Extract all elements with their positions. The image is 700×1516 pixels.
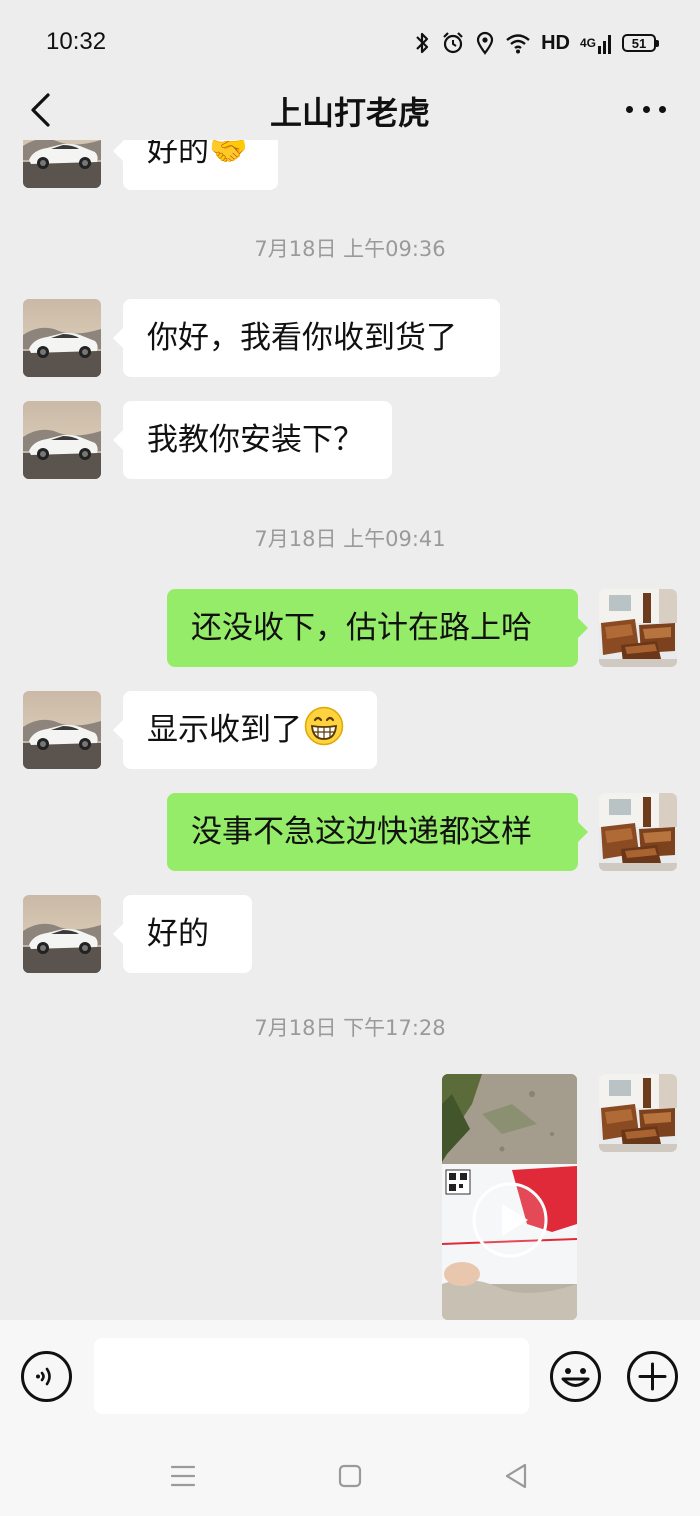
message-bubble-outgoing[interactable]: 还没收下，估计在路上哈 <box>167 589 588 667</box>
system-back-button[interactable] <box>496 1456 536 1496</box>
car-avatar-image <box>23 140 101 188</box>
message-bubble-incoming[interactable]: 我教你安装下？ <box>113 401 392 479</box>
input-bar <box>0 1320 700 1430</box>
network-type: 4G <box>579 36 596 50</box>
signal-group: 4G <box>580 32 612 54</box>
status-time: 10:32 <box>46 28 107 55</box>
hd-label: HD <box>541 31 570 54</box>
contact-avatar[interactable] <box>23 299 101 377</box>
message-text: 你好，我看你收到货了 <box>147 320 457 356</box>
contact-avatar[interactable] <box>23 401 101 479</box>
timestamp: 7月18日 上午09:36 <box>254 237 446 261</box>
car-avatar-image <box>23 895 101 973</box>
chat-screen: 10:32 HD 4G 51 上山打老虎 好的🤝 7月18日 上午09:36 你… <box>0 0 700 1516</box>
status-icons: HD 4G 51 <box>413 28 659 58</box>
my-avatar[interactable] <box>599 589 677 667</box>
more-options-button[interactable] <box>626 94 666 124</box>
signal-icon <box>598 35 611 54</box>
chat-title: 上山打老虎 <box>269 94 430 132</box>
back-triangle-icon <box>505 1463 527 1489</box>
emoji-icon <box>550 1351 601 1402</box>
contact-avatar[interactable] <box>23 691 101 769</box>
more-dots-icon <box>642 105 650 113</box>
message-text: 显示收到了 <box>147 712 302 748</box>
car-avatar-image <box>23 299 101 377</box>
sofa-avatar-image <box>599 1074 677 1152</box>
contact-avatar[interactable] <box>23 140 101 188</box>
battery-icon: 51 <box>622 34 659 52</box>
more-dots-icon <box>659 105 666 113</box>
timestamp: 7月18日 上午09:41 <box>254 527 446 551</box>
message-bubble-incoming[interactable]: 好的 <box>113 895 252 973</box>
home-square-icon <box>338 1464 362 1488</box>
bluetooth-icon <box>416 32 429 54</box>
car-avatar-image <box>23 401 101 479</box>
message-text: 没事不急这边快递都这样 <box>191 814 532 850</box>
wifi-icon <box>506 34 530 54</box>
sofa-avatar-image <box>599 589 677 667</box>
message-bubble-incoming[interactable]: 你好，我看你收到货了 <box>113 299 500 377</box>
timestamp: 7月18日 下午17:28 <box>254 1016 446 1040</box>
chevron-left-icon <box>31 93 50 127</box>
message-text: 好的 <box>147 916 209 952</box>
grinning-emoji-icon <box>304 706 344 746</box>
message-text: 还没收下，估计在路上哈 <box>191 610 532 646</box>
status-bar: 10:32 HD 4G 51 <box>0 0 700 84</box>
battery-level: 51 <box>631 35 647 51</box>
message-input[interactable] <box>94 1338 529 1414</box>
home-button[interactable] <box>330 1456 370 1496</box>
message-bubble-incoming[interactable]: 好的🤝 <box>113 140 278 190</box>
voice-button[interactable] <box>20 1350 73 1403</box>
car-avatar-image <box>23 691 101 769</box>
sofa-avatar-image <box>599 793 677 871</box>
more-functions-button[interactable] <box>626 1350 679 1403</box>
more-dots-icon <box>626 105 633 113</box>
menu-icon <box>170 1465 196 1487</box>
video-thumbnail <box>442 1074 577 1320</box>
video-message[interactable] <box>442 1074 577 1320</box>
my-avatar[interactable] <box>599 1074 677 1152</box>
plus-icon <box>627 1351 678 1402</box>
location-icon <box>476 31 494 55</box>
message-text: 好的🤝 <box>147 140 248 169</box>
message-bubble-outgoing[interactable]: 没事不急这边快递都这样 <box>167 793 588 871</box>
back-button[interactable] <box>22 88 58 132</box>
alarm-icon <box>443 32 463 54</box>
message-text: 我教你安装下？ <box>147 422 364 458</box>
message-list[interactable]: 好的🤝 7月18日 上午09:36 你好，我看你收到货了 我教你安装下？ 7月1… <box>0 140 700 1320</box>
recents-button[interactable] <box>163 1456 203 1496</box>
system-nav-bar <box>0 1430 700 1516</box>
title-bar: 上山打老虎 <box>0 84 700 134</box>
emoji-button[interactable] <box>549 1350 602 1403</box>
contact-avatar[interactable] <box>23 895 101 973</box>
voice-icon <box>21 1351 72 1402</box>
my-avatar[interactable] <box>599 793 677 871</box>
message-bubble-incoming[interactable]: 显示收到了 <box>113 691 377 769</box>
